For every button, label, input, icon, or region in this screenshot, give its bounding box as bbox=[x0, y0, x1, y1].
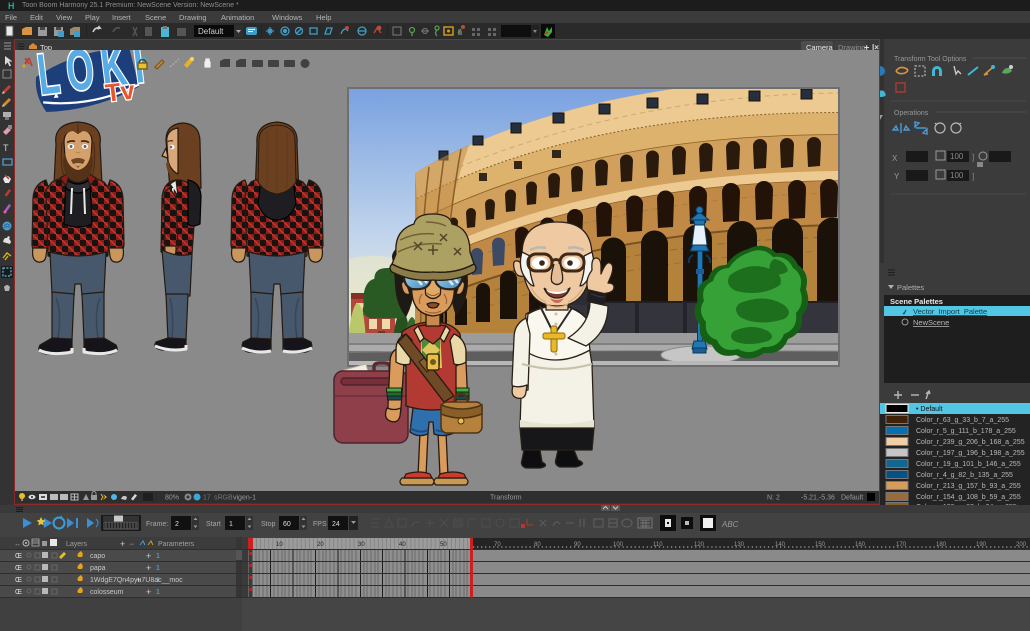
svg-text:]: ] bbox=[972, 172, 974, 181]
svg-text:Start: Start bbox=[206, 521, 221, 528]
svg-text:Stop: Stop bbox=[261, 521, 276, 528]
svg-text:Color_r_213_g_157_b_93_a_255: Color_r_213_g_157_b_93_a_255 bbox=[916, 483, 1021, 490]
svg-text:50: 50 bbox=[440, 542, 447, 548]
svg-text:Default: Default bbox=[841, 495, 863, 502]
svg-text:40: 40 bbox=[399, 542, 406, 548]
svg-text:1: 1 bbox=[156, 565, 160, 572]
svg-text:T: T bbox=[3, 143, 9, 153]
svg-text:-5.21,-5.36: -5.21,-5.36 bbox=[801, 495, 835, 502]
svg-text:120: 120 bbox=[694, 542, 705, 548]
svg-text:20: 20 bbox=[317, 542, 324, 548]
svg-text:vigen-1: vigen-1 bbox=[233, 495, 256, 502]
svg-text:• Default: • Default bbox=[916, 406, 943, 413]
svg-text:Color_r_4_g_82_b_135_a_255: Color_r_4_g_82_b_135_a_255 bbox=[916, 472, 1013, 479]
svg-text:N: 2: N: 2 bbox=[767, 495, 780, 502]
svg-text:sRGB: sRGB bbox=[214, 495, 233, 502]
svg-text:70: 70 bbox=[494, 542, 501, 548]
svg-text:Scene Palettes: Scene Palettes bbox=[890, 297, 943, 306]
svg-text:160: 160 bbox=[855, 542, 866, 548]
svg-text:papa: papa bbox=[90, 565, 106, 572]
svg-text:Frame:: Frame: bbox=[146, 521, 168, 528]
svg-text:FPS: FPS bbox=[313, 521, 327, 528]
svg-text:Tv: Tv bbox=[104, 76, 136, 107]
svg-text:Color_r_197_g_196_b_198_a_255: Color_r_197_g_196_b_198_a_255 bbox=[916, 450, 1025, 457]
svg-text:1: 1 bbox=[156, 589, 160, 596]
svg-text:80: 80 bbox=[534, 542, 541, 548]
svg-text:X: X bbox=[892, 154, 898, 163]
svg-text:1: 1 bbox=[229, 521, 233, 528]
svg-text:Vector_Import_Palette: Vector_Import_Palette bbox=[913, 307, 987, 316]
svg-text:100: 100 bbox=[613, 542, 624, 548]
svg-text:150: 150 bbox=[815, 542, 826, 548]
svg-text:1: 1 bbox=[156, 577, 160, 584]
svg-text:Default: Default bbox=[198, 27, 224, 36]
svg-text:100: 100 bbox=[950, 171, 964, 180]
svg-text:17: 17 bbox=[203, 495, 211, 502]
svg-text:140: 140 bbox=[775, 542, 786, 548]
svg-text:Transform: Transform bbox=[490, 495, 522, 502]
svg-text:NewScene: NewScene bbox=[913, 318, 949, 327]
svg-text:]: ] bbox=[972, 153, 974, 162]
svg-text:90: 90 bbox=[574, 542, 581, 548]
svg-text:200: 200 bbox=[1016, 542, 1027, 548]
svg-text:+: + bbox=[146, 563, 151, 573]
svg-text:Operations: Operations bbox=[894, 110, 929, 117]
svg-text:Y: Y bbox=[894, 172, 900, 181]
svg-text:Layers: Layers bbox=[66, 541, 88, 548]
svg-text:+: + bbox=[136, 575, 141, 585]
svg-text:+: + bbox=[120, 539, 125, 549]
svg-text:24: 24 bbox=[332, 521, 340, 528]
svg-text:80%: 80% bbox=[165, 495, 179, 502]
svg-text:Color_r_154_g_108_b_59_a_255: Color_r_154_g_108_b_59_a_255 bbox=[916, 494, 1021, 501]
svg-text:170: 170 bbox=[896, 542, 907, 548]
svg-text:capo: capo bbox=[90, 553, 105, 560]
svg-text:Œ: Œ bbox=[15, 553, 22, 560]
svg-text:ABC: ABC bbox=[721, 520, 739, 529]
svg-text:Palettes: Palettes bbox=[897, 283, 924, 292]
svg-text:Parameters: Parameters bbox=[158, 541, 195, 548]
svg-text:30: 30 bbox=[358, 542, 365, 548]
svg-text:130: 130 bbox=[734, 542, 745, 548]
svg-text:colosseum: colosseum bbox=[90, 589, 124, 596]
svg-text:190: 190 bbox=[976, 542, 987, 548]
svg-text:10: 10 bbox=[276, 542, 283, 548]
svg-text:Color_r_239_g_206_b_168_a_255: Color_r_239_g_206_b_168_a_255 bbox=[916, 439, 1025, 446]
svg-text:↔: ↔ bbox=[14, 541, 21, 548]
svg-text:Color_r_19_g_101_b_146_a_255: Color_r_19_g_101_b_146_a_255 bbox=[916, 461, 1021, 468]
svg-text:Color_r_63_g_33_b_7_a_255: Color_r_63_g_33_b_7_a_255 bbox=[916, 417, 1009, 424]
svg-text:1: 1 bbox=[156, 553, 160, 560]
svg-text:2: 2 bbox=[175, 521, 179, 528]
svg-text:−: − bbox=[129, 539, 134, 549]
svg-text:100: 100 bbox=[950, 152, 964, 161]
svg-text:Color_r_5_g_111_b_178_a_255: Color_r_5_g_111_b_178_a_255 bbox=[916, 428, 1016, 435]
svg-text:Transform Tool Options: Transform Tool Options bbox=[894, 56, 967, 63]
svg-text:110: 110 bbox=[653, 542, 663, 548]
svg-text:+: + bbox=[146, 587, 151, 597]
svg-text:60: 60 bbox=[283, 521, 291, 528]
svg-text:180: 180 bbox=[936, 542, 947, 548]
svg-text:+: + bbox=[146, 551, 151, 561]
